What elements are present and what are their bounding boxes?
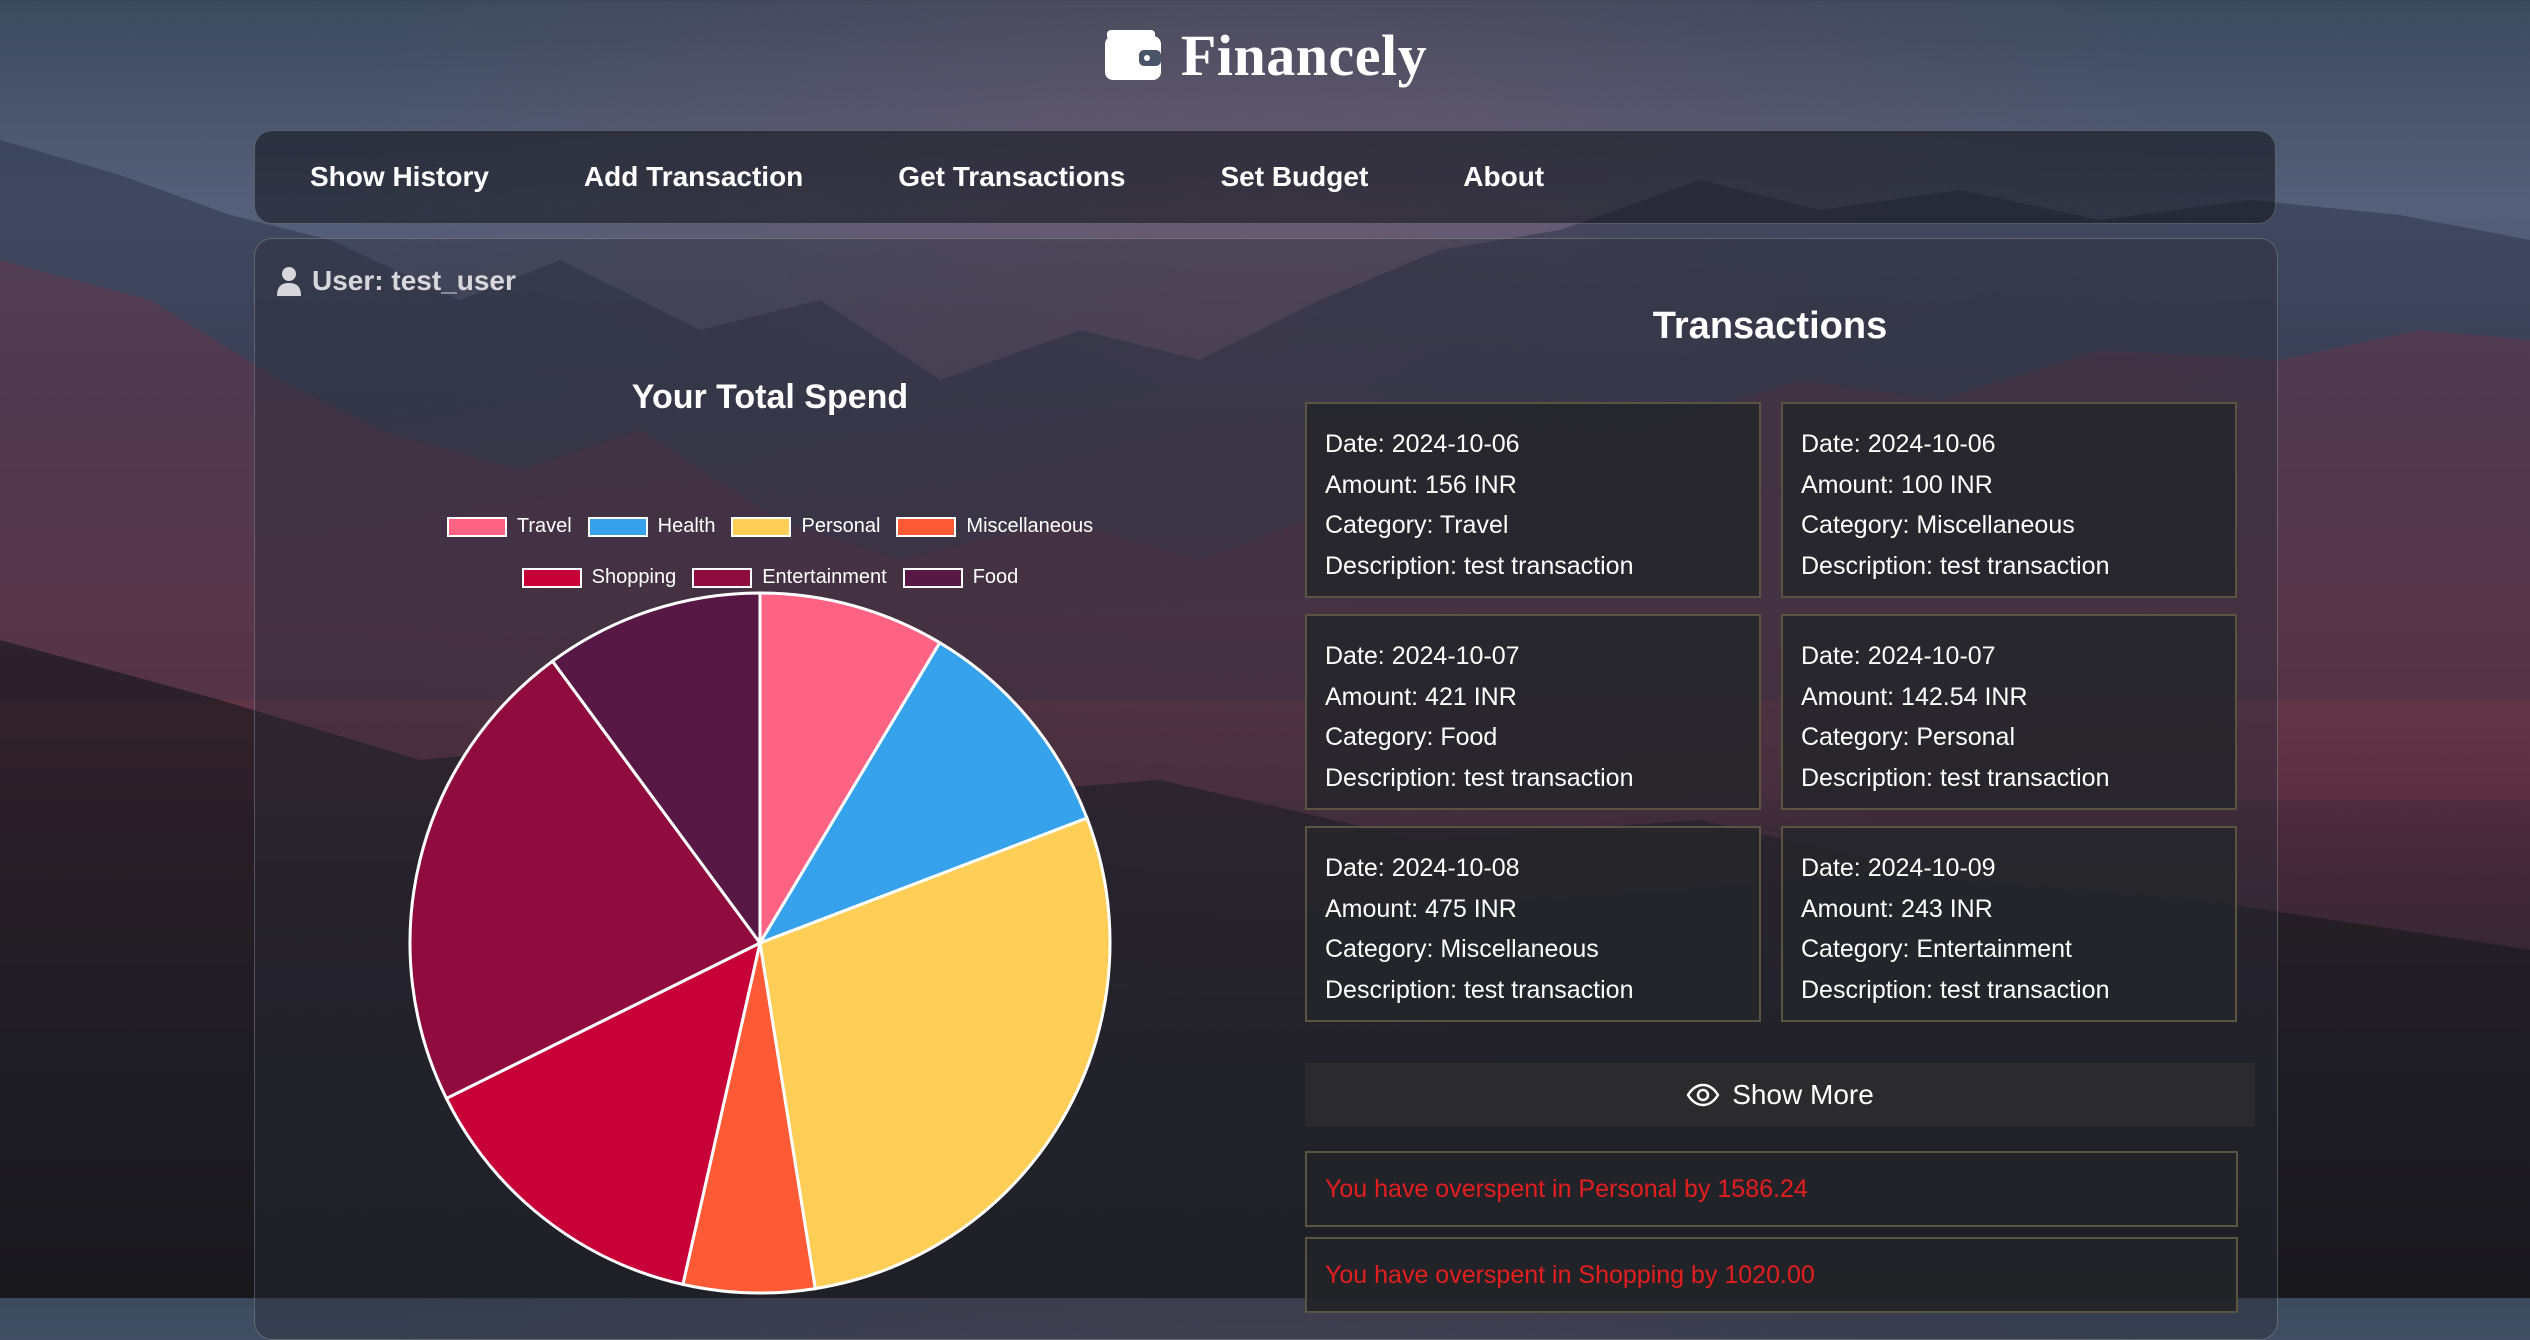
transaction-card: Date: 2024-10-07 Amount: 421 INR Categor… (1305, 614, 1761, 810)
legend-swatch (902, 567, 963, 588)
show-more-button[interactable]: Show More (1305, 1063, 2255, 1127)
transaction-card: Date: 2024-10-06 Amount: 156 INR Categor… (1305, 402, 1761, 598)
legend-label: Food (972, 566, 1019, 588)
wallet-icon (1104, 30, 1161, 80)
app-header: Financely (0, 0, 2530, 110)
transaction-category: Category: Miscellaneous (1325, 935, 1599, 963)
transaction-date: Date: 2024-10-09 (1801, 854, 1996, 882)
nav-set-budget[interactable]: Set Budget (1220, 161, 1368, 193)
chart-title: Your Total Spend (631, 378, 909, 416)
legend-swatch (896, 516, 957, 537)
legend-label: Personal (801, 515, 881, 537)
legend-item-shopping[interactable]: Shopping (521, 566, 677, 589)
transaction-amount: Amount: 421 INR (1325, 682, 1517, 711)
legend-swatch (521, 567, 582, 588)
transaction-description: Description: test transaction (1801, 975, 2110, 1004)
legend-swatch (587, 516, 648, 537)
legend-item-miscellaneous[interactable]: Miscellaneous (896, 515, 1093, 538)
legend-item-personal[interactable]: Personal (731, 515, 880, 538)
eye-icon (1686, 1083, 1720, 1107)
legend-label: Travel (516, 515, 572, 537)
transaction-category: Category: Personal (1801, 723, 2016, 751)
nav-add-transaction[interactable]: Add Transaction (584, 161, 803, 193)
chart-legend: Travel Health Personal Miscellaneous Shoppin… (380, 515, 1160, 589)
legend-label: Miscellaneous (966, 515, 1094, 537)
transaction-card: Date: 2024-10-09 Amount: 243 INR Categor… (1781, 826, 2237, 1022)
nav-get-transactions[interactable]: Get Transactions (898, 161, 1125, 193)
brand-name: Financely (1180, 22, 1428, 88)
legend-item-food[interactable]: Food (902, 566, 1019, 589)
transaction-category: Category: Food (1325, 723, 1498, 751)
legend-item-entertainment[interactable]: Entertainment (692, 566, 887, 589)
overspend-alert: You have overspent in Personal by 1586.2… (1305, 1151, 2238, 1227)
transaction-description: Description: test transaction (1801, 763, 2110, 792)
transaction-description: Description: test transaction (1325, 551, 1634, 580)
overspend-alert: You have overspent in Shopping by 1020.0… (1305, 1237, 2238, 1313)
main-navigation: Show History Add Transaction Get Transac… (254, 130, 2276, 224)
nav-about[interactable]: About (1463, 161, 1544, 193)
show-more-label: Show More (1732, 1079, 1874, 1110)
transaction-date: Date: 2024-10-07 (1801, 642, 1996, 670)
transaction-date: Date: 2024-10-07 (1325, 642, 1520, 670)
user-icon (277, 267, 301, 296)
transaction-card: Date: 2024-10-07 Amount: 142.54 INR Cate… (1781, 614, 2237, 810)
transactions-grid: Date: 2024-10-06 Amount: 156 INR Categor… (1305, 402, 2238, 1022)
nav-show-history[interactable]: Show History (310, 161, 489, 193)
legend-swatch (731, 516, 792, 537)
transaction-date: Date: 2024-10-06 (1801, 430, 1996, 458)
transactions-title: Transactions (1652, 305, 1888, 347)
transaction-amount: Amount: 142.54 INR (1801, 682, 2028, 711)
transaction-card: Date: 2024-10-06 Amount: 100 INR Categor… (1781, 402, 2237, 598)
legend-item-travel[interactable]: Travel (446, 515, 572, 538)
transaction-category: Category: Travel (1325, 511, 1509, 539)
transaction-category: Category: Entertainment (1801, 935, 2072, 963)
transaction-amount: Amount: 156 INR (1325, 470, 1517, 499)
legend-swatch (446, 516, 507, 537)
legend-label: Shopping (591, 566, 677, 588)
transaction-amount: Amount: 475 INR (1325, 894, 1517, 923)
legend-label: Health (657, 515, 716, 537)
transaction-category: Category: Miscellaneous (1801, 511, 2075, 539)
transaction-description: Description: test transaction (1325, 975, 1634, 1004)
legend-label: Entertainment (762, 566, 887, 588)
transaction-description: Description: test transaction (1801, 551, 2110, 580)
transaction-amount: Amount: 100 INR (1801, 470, 1993, 499)
transaction-date: Date: 2024-10-08 (1325, 854, 1520, 882)
legend-item-health[interactable]: Health (587, 515, 716, 538)
transaction-card: Date: 2024-10-08 Amount: 475 INR Categor… (1305, 826, 1761, 1022)
legend-swatch (692, 567, 753, 588)
user-label: User: test_user (312, 265, 516, 296)
transaction-date: Date: 2024-10-06 (1325, 430, 1520, 458)
spend-pie-chart (408, 591, 1112, 1295)
user-info: User: test_user (276, 265, 516, 297)
transaction-amount: Amount: 243 INR (1801, 894, 1993, 923)
transaction-description: Description: test transaction (1325, 763, 1634, 792)
